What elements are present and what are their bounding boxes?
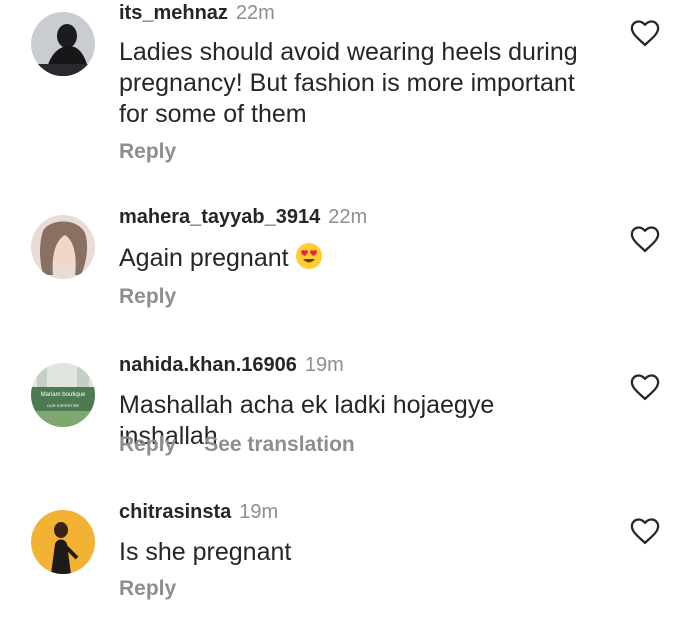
- avatar[interactable]: [31, 215, 95, 279]
- reply-button[interactable]: Reply: [119, 433, 176, 456]
- comment-text: Again pregnant: [119, 242, 599, 274]
- timestamp: 19m: [304, 354, 344, 376]
- comment-actions: Reply See translation: [119, 433, 355, 457]
- avatar-shop-name: Mariam boutique: [41, 392, 86, 398]
- comment-text: Is she pregnant: [119, 538, 292, 566]
- heart-outline-icon[interactable]: [630, 19, 660, 47]
- timestamp: 22m: [235, 2, 275, 24]
- username[interactable]: nahida.khan.16906: [119, 354, 297, 376]
- reply-button[interactable]: Reply: [119, 140, 176, 163]
- comment-item: its_mehnaz 22m Ladies should avoid wearin…: [0, 0, 700, 185]
- timestamp: 19m: [239, 501, 279, 523]
- avatar[interactable]: Mariam boutique OUR EXPERTISE: [31, 363, 95, 427]
- username[interactable]: its_mehnaz: [119, 2, 228, 24]
- see-translation-button[interactable]: See translation: [204, 433, 355, 456]
- comment-actions: Reply: [119, 285, 176, 309]
- heart-outline-icon[interactable]: [630, 225, 660, 253]
- avatar[interactable]: [31, 510, 95, 574]
- comment-item: Mariam boutique OUR EXPERTISE nahida.kha…: [0, 343, 700, 473]
- comment-meta: nahida.khan.16906 19m: [119, 354, 344, 377]
- comment-meta: chitrasinsta 19m: [119, 501, 278, 524]
- comment-text: Ladies should avoid wearing heels during…: [119, 38, 578, 128]
- heart-outline-icon[interactable]: [630, 373, 660, 401]
- username[interactable]: chitrasinsta: [119, 501, 231, 523]
- timestamp: 22m: [328, 206, 368, 228]
- avatar[interactable]: [31, 12, 95, 76]
- heart-eyes-emoji-icon: [295, 243, 322, 269]
- avatar-tagline: OUR EXPERTISE: [47, 403, 80, 408]
- comment-actions: Reply: [119, 140, 176, 164]
- heart-outline-icon[interactable]: [630, 517, 660, 545]
- comment-meta: its_mehnaz 22m: [119, 2, 275, 25]
- comment-item: chitrasinsta 19m Is she pregnant Reply: [0, 490, 700, 620]
- reply-button[interactable]: Reply: [119, 577, 176, 600]
- comment-text-content: Again pregnant: [119, 244, 289, 272]
- username[interactable]: mahera_tayyab_3914: [119, 206, 320, 228]
- comment-meta: mahera_tayyab_3914 22m: [119, 206, 367, 229]
- comment-item: mahera_tayyab_3914 22m Again pregnant Rep…: [0, 195, 700, 325]
- comment-actions: Reply: [119, 577, 176, 601]
- reply-button[interactable]: Reply: [119, 285, 176, 308]
